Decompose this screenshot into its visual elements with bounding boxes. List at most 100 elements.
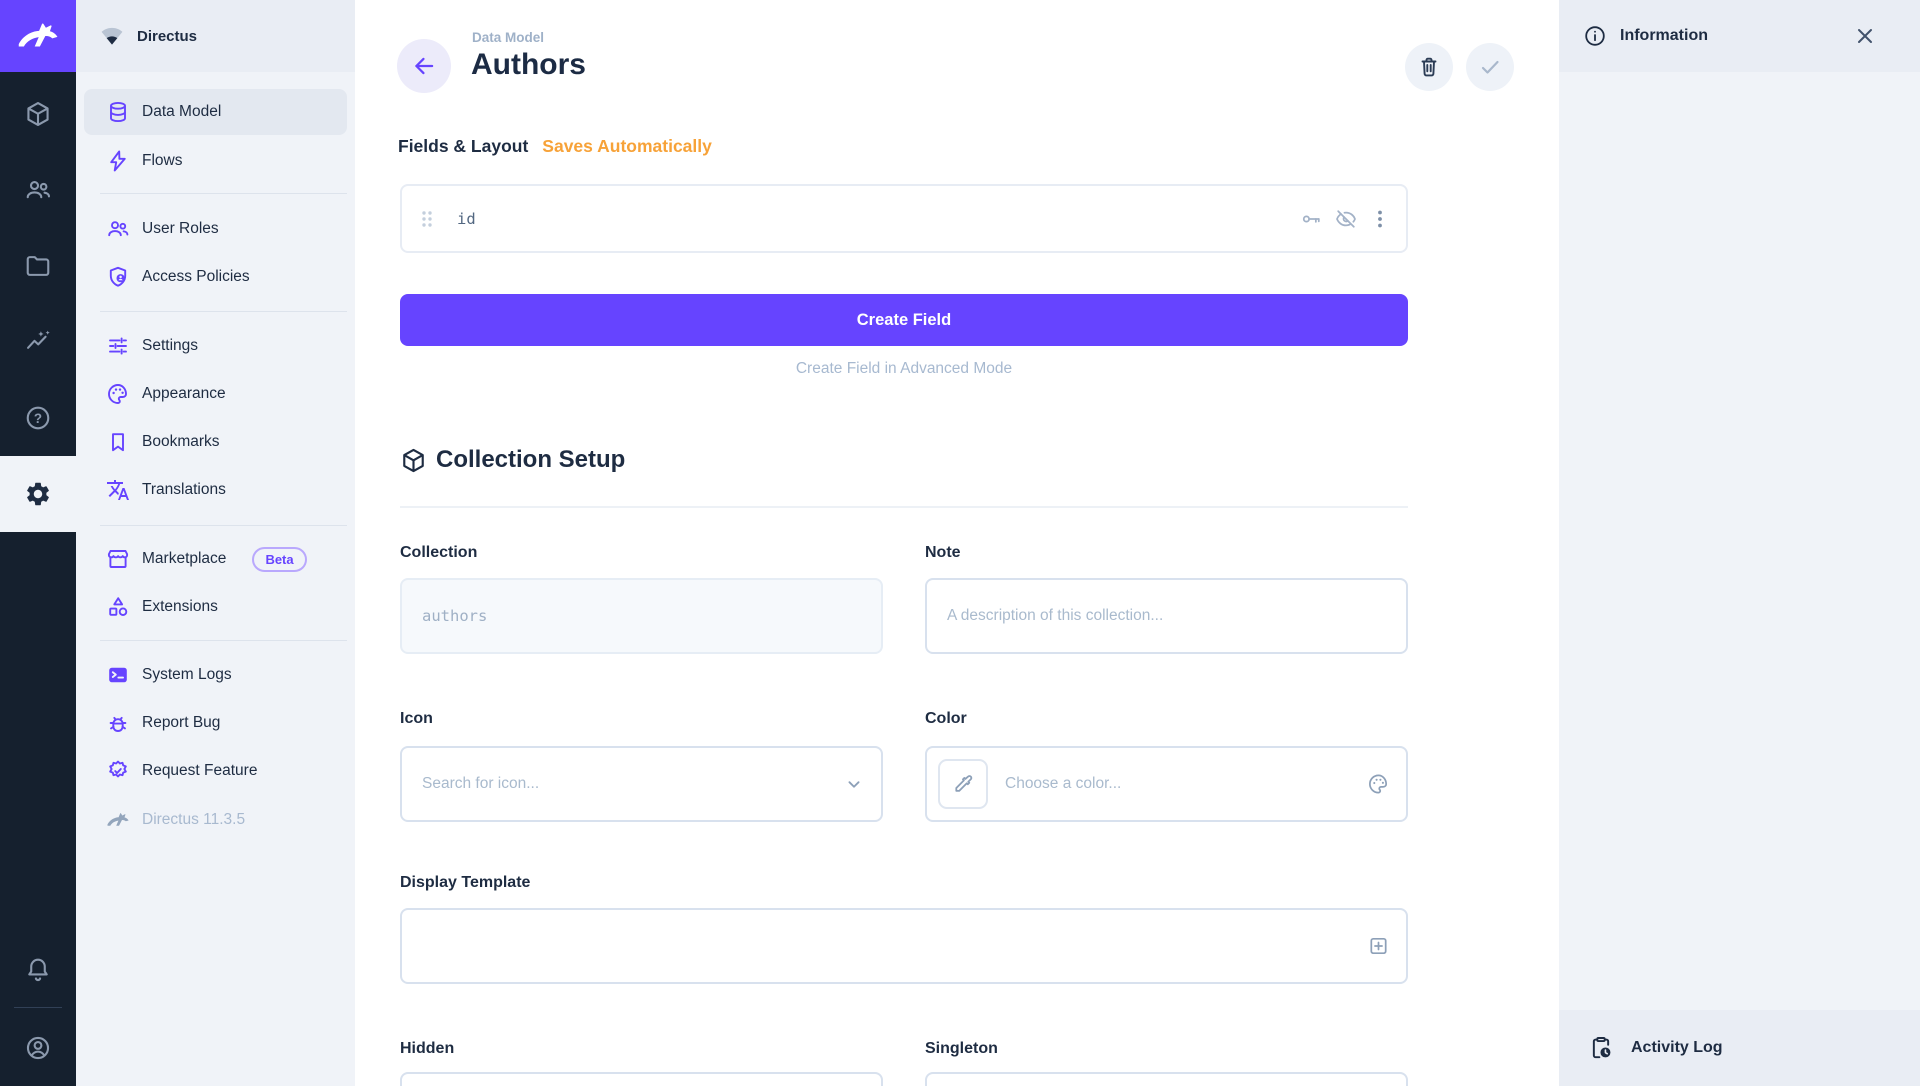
- sidebar-item-version: Directus 11.3.5: [84, 797, 347, 843]
- cube-icon: [400, 447, 427, 474]
- sidebar-item-access-policies[interactable]: Access Policies: [84, 254, 347, 300]
- directus-logo-button[interactable]: [0, 0, 76, 72]
- storefront-icon: [106, 547, 130, 571]
- module-bar: ?: [0, 0, 76, 1086]
- field-name: id: [457, 210, 1300, 228]
- info-icon: [1583, 24, 1607, 48]
- display-template-input[interactable]: [400, 908, 1408, 984]
- notifications-button[interactable]: [0, 932, 76, 1008]
- module-files[interactable]: [0, 228, 76, 304]
- section-divider: [400, 506, 1408, 508]
- back-button[interactable]: [397, 39, 451, 93]
- app-version-label: Directus 11.3.5: [142, 811, 245, 829]
- sidebar-item-label: Marketplace: [142, 550, 226, 568]
- sidebar-item-translations[interactable]: Translations: [84, 467, 347, 513]
- sidebar-item-label: Request Feature: [142, 762, 257, 780]
- field-row-id[interactable]: id: [400, 184, 1408, 253]
- kebab-menu-icon[interactable]: [1370, 208, 1390, 230]
- module-users[interactable]: [0, 152, 76, 228]
- sidebar-item-label: Translations: [142, 481, 226, 499]
- hidden-input[interactable]: [400, 1072, 883, 1086]
- eyedropper-icon: [951, 772, 975, 796]
- rabbit-gray-icon: [106, 808, 130, 832]
- icon-search-input[interactable]: [400, 746, 883, 822]
- sidebar-item-label: Data Model: [142, 103, 221, 121]
- sidebar-item-user-roles[interactable]: User Roles: [84, 206, 347, 252]
- translate-icon: [106, 478, 130, 502]
- sidebar-item-marketplace[interactable]: Marketplace Beta: [84, 536, 347, 582]
- activity-log-icon: [1588, 1035, 1614, 1061]
- sidebar-item-system-logs[interactable]: System Logs: [84, 652, 347, 698]
- display-template-label: Display Template: [400, 874, 530, 892]
- delete-collection-button[interactable]: [1405, 43, 1453, 91]
- module-docs[interactable]: ?: [0, 380, 76, 456]
- module-settings[interactable]: [0, 456, 76, 532]
- page-title: Authors: [471, 48, 586, 82]
- bug-icon: [106, 711, 130, 735]
- feature-seal-icon: [106, 759, 130, 783]
- sidebar-item-data-model[interactable]: Data Model: [84, 89, 347, 135]
- save-button[interactable]: [1466, 43, 1514, 91]
- directus-rabbit-icon: [16, 14, 60, 58]
- shapes-icon: [106, 595, 130, 619]
- database-icon: [106, 100, 130, 124]
- sidebar-divider: [100, 640, 347, 641]
- icon-select: [400, 746, 883, 822]
- project-header[interactable]: Directus: [76, 0, 355, 72]
- sidebar-item-label: Report Bug: [142, 714, 220, 732]
- palette-icon: [106, 382, 130, 406]
- help-icon: ?: [24, 404, 52, 432]
- color-field: [925, 746, 1408, 822]
- palette-icon[interactable]: [1367, 773, 1390, 796]
- sidebar: Directus Data Model Flows User Roles: [76, 0, 355, 1086]
- insights-icon: [24, 328, 52, 356]
- fields-layout-label: Fields & Layout: [398, 136, 528, 157]
- singleton-input[interactable]: [925, 1072, 1408, 1086]
- collection-label: Collection: [400, 544, 477, 562]
- note-input[interactable]: [925, 578, 1408, 654]
- project-name: Directus: [137, 28, 197, 45]
- primary-key-icon: [1300, 208, 1322, 230]
- chevron-down-icon[interactable]: [843, 773, 865, 795]
- sidebar-divider: [100, 311, 347, 312]
- folder-icon: [24, 252, 52, 280]
- create-field-button[interactable]: Create Field: [400, 294, 1408, 346]
- connection-wifi-icon: [99, 23, 125, 49]
- terminal-icon: [106, 663, 130, 687]
- sidebar-item-appearance[interactable]: Appearance: [84, 371, 347, 417]
- create-field-advanced-link[interactable]: Create Field in Advanced Mode: [400, 360, 1408, 378]
- sidebar-divider: [100, 525, 347, 526]
- trash-icon: [1417, 55, 1441, 79]
- profile-button[interactable]: [0, 1009, 76, 1086]
- module-insights[interactable]: [0, 304, 76, 380]
- sidebar-item-label: Access Policies: [142, 268, 250, 286]
- display-template-field: [400, 908, 1408, 984]
- sliders-icon: [106, 334, 130, 358]
- sidebar-item-settings[interactable]: Settings: [84, 323, 347, 369]
- users-icon: [24, 176, 52, 204]
- sidebar-item-label: User Roles: [142, 220, 219, 238]
- sidebar-item-bookmarks[interactable]: Bookmarks: [84, 419, 347, 465]
- collection-setup-title: Collection Setup: [436, 446, 625, 474]
- module-content[interactable]: [0, 76, 76, 152]
- hidden-label: Hidden: [400, 1040, 454, 1058]
- activity-log-label: Activity Log: [1631, 1039, 1723, 1057]
- color-input[interactable]: [925, 746, 1408, 822]
- sidebar-item-label: Bookmarks: [142, 433, 220, 451]
- drag-handle-icon[interactable]: [419, 208, 435, 230]
- activity-log-button[interactable]: Activity Log: [1559, 1010, 1920, 1086]
- sidebar-item-report-bug[interactable]: Report Bug: [84, 700, 347, 746]
- sidebar-item-flows[interactable]: Flows: [84, 138, 347, 184]
- color-swatch-button[interactable]: [938, 759, 988, 809]
- sidebar-item-request-feature[interactable]: Request Feature: [84, 748, 347, 794]
- sidebar-item-label: Extensions: [142, 598, 218, 616]
- sidebar-item-extensions[interactable]: Extensions: [84, 584, 347, 630]
- eye-off-icon: [1335, 208, 1357, 230]
- breadcrumb[interactable]: Data Model: [472, 30, 544, 45]
- bookmark-icon: [106, 430, 130, 454]
- bolt-icon: [106, 149, 130, 173]
- collection-input: [400, 578, 883, 654]
- add-field-box-icon[interactable]: [1367, 935, 1390, 958]
- close-icon[interactable]: [1853, 24, 1877, 48]
- collection-setup-heading: Collection Setup: [400, 446, 625, 474]
